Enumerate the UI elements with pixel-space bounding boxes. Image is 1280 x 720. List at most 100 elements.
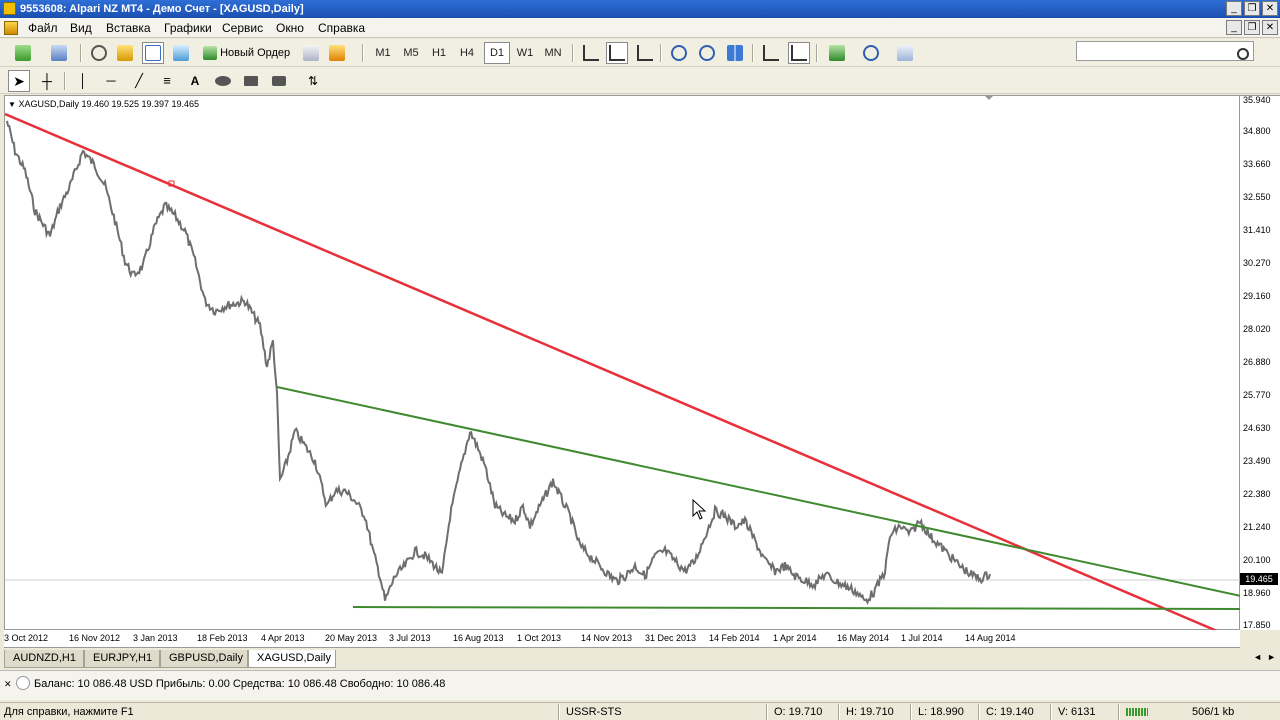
menu-help[interactable]: Справка	[318, 21, 365, 35]
chart-shift-button[interactable]	[788, 42, 810, 64]
status-close: C: 19.140	[986, 706, 1034, 718]
tabs-scroll-right-icon[interactable]: ►	[1267, 652, 1276, 662]
price-tick: 23.490	[1243, 456, 1271, 466]
templates-button[interactable]	[890, 42, 920, 64]
tabs-scroll-left-icon[interactable]: ◄	[1253, 652, 1262, 662]
time-axis[interactable]: 3 Oct 2012 16 Nov 2012 3 Jan 2013 18 Feb…	[4, 630, 1240, 648]
balance-row-icon	[16, 676, 30, 690]
chart-shift-icon	[791, 45, 807, 62]
drawing-toolbar: ➤ ┼ │ ─ ╱ ≡ A ⇅	[0, 67, 1280, 94]
timeframe-h1-button[interactable]: H1	[426, 42, 452, 64]
market-watch-button[interactable]	[114, 42, 136, 64]
ellipse-tool-button[interactable]	[212, 70, 234, 92]
toolbar-separator	[816, 44, 818, 62]
tile-windows-button[interactable]	[724, 42, 746, 64]
maximize-button[interactable]: ❐	[1244, 1, 1260, 16]
tab-audnzd-h1[interactable]: AUDNZD,H1	[4, 650, 84, 668]
bar-chart-button[interactable]	[580, 42, 602, 64]
arrows-tool-button[interactable]: ⇅	[298, 70, 328, 92]
equidistant-channel-button[interactable]: ≡	[156, 70, 178, 92]
status-divider	[1118, 704, 1120, 720]
data-window-button[interactable]	[142, 42, 164, 64]
status-divider	[558, 704, 560, 720]
time-tick: 1 Apr 2014	[773, 633, 817, 643]
menu-view[interactable]: Вид	[70, 21, 92, 35]
vertical-line-button[interactable]: │	[72, 70, 94, 92]
crosshair-icon: ┼	[42, 73, 52, 89]
time-tick: 3 Jul 2013	[389, 633, 431, 643]
zoom-out-button[interactable]	[696, 42, 718, 64]
timeframe-d1-button[interactable]: D1	[484, 42, 510, 64]
menu-insert[interactable]: Вставка	[106, 21, 151, 35]
tab-gbpusd-daily[interactable]: GBPUSD,Daily	[160, 650, 248, 668]
timeframe-m1-button[interactable]: M1	[370, 42, 396, 64]
text-icon: A	[190, 74, 200, 88]
new-chart-button[interactable]	[8, 42, 38, 64]
horizontal-line-button[interactable]: ─	[100, 70, 122, 92]
inner-close-button[interactable]: ✕	[1262, 20, 1278, 35]
price-series	[6, 120, 991, 606]
text-tool-button[interactable]: A	[184, 70, 206, 92]
vertical-line-icon: │	[78, 73, 88, 88]
navigator-button[interactable]	[88, 42, 110, 64]
search-button[interactable]	[1234, 43, 1252, 61]
crosshair-tool-button[interactable]: ┼	[36, 70, 58, 92]
time-tick: 20 May 2013	[325, 633, 378, 643]
triangle-icon	[272, 76, 286, 87]
green-support-line[interactable]	[352, 606, 1241, 610]
cursor-tool-button[interactable]: ➤	[8, 70, 30, 92]
menu-tools[interactable]: Сервис	[222, 21, 263, 35]
search-input[interactable]	[1076, 41, 1254, 61]
menu-window[interactable]: Окно	[276, 21, 304, 35]
inner-restore-button[interactable]: ❐	[1244, 20, 1260, 35]
green-resistance-trendline[interactable]	[276, 386, 1241, 597]
timeframe-m5-button[interactable]: M5	[398, 42, 424, 64]
ellipse-icon	[215, 76, 231, 87]
new-order-icon	[203, 46, 217, 61]
toolbar-separator	[362, 44, 364, 62]
timeframe-mn-button[interactable]: MN	[540, 42, 566, 64]
candlestick-chart-button[interactable]	[606, 42, 628, 64]
zoom-in-button[interactable]	[668, 42, 690, 64]
profiles-button[interactable]	[44, 42, 74, 64]
time-tick: 16 May 2014	[837, 633, 890, 643]
trendline-icon: ╱	[135, 73, 143, 88]
expert-advisors-button[interactable]	[326, 42, 348, 64]
tab-eurjpy-h1[interactable]: EURJPY,H1	[84, 650, 160, 668]
red-trendline[interactable]	[5, 112, 1218, 631]
rectangle-tool-button[interactable]	[240, 70, 262, 92]
crosshair-target-icon	[91, 45, 107, 62]
line-chart-button[interactable]	[634, 42, 656, 64]
price-tick: 32.550	[1243, 192, 1271, 202]
chart-menu-triangle-icon[interactable]: ▼	[8, 100, 16, 109]
close-button[interactable]: ✕	[1262, 1, 1278, 16]
trendline-button[interactable]: ╱	[128, 70, 150, 92]
chart-shift-marker[interactable]	[985, 96, 993, 100]
indicators-icon	[829, 45, 845, 62]
inner-minimize-button[interactable]: _	[1226, 20, 1242, 35]
chart-area[interactable]	[4, 95, 1241, 631]
minimize-button[interactable]: _	[1226, 1, 1242, 16]
terminal-close-icon[interactable]: ✕	[4, 679, 12, 690]
horizontal-line-icon: ─	[106, 73, 116, 88]
market-watch-icon	[117, 45, 133, 62]
new-order-button[interactable]: Новый Ордер	[198, 42, 296, 64]
status-profile: USSR-STS	[566, 706, 622, 718]
price-axis[interactable]: 35.940 34.800 33.660 32.550 31.410 30.27…	[1240, 95, 1280, 630]
toolbar-separator	[660, 44, 662, 62]
triangle-tool-button[interactable]	[268, 70, 290, 92]
terminal-button[interactable]	[170, 42, 192, 64]
status-traffic: 506/1 kb	[1192, 706, 1235, 718]
metaeditor-button[interactable]	[300, 42, 322, 64]
price-tick: 29.160	[1243, 291, 1271, 301]
timeframe-w1-button[interactable]: W1	[512, 42, 538, 64]
menu-charts[interactable]: Графики	[164, 21, 212, 35]
chart-tabs: AUDNZD,H1 EURJPY,H1 GBPUSD,Daily XAGUSD,…	[0, 649, 1280, 669]
periods-button[interactable]	[856, 42, 886, 64]
autoscroll-button[interactable]	[760, 42, 782, 64]
menu-file[interactable]: Файл	[28, 21, 58, 35]
timeframe-h4-button[interactable]: H4	[454, 42, 480, 64]
tab-xagusd-daily[interactable]: XAGUSD,Daily	[248, 650, 336, 668]
toolbar-separator	[64, 72, 66, 90]
indicators-button[interactable]	[822, 42, 852, 64]
